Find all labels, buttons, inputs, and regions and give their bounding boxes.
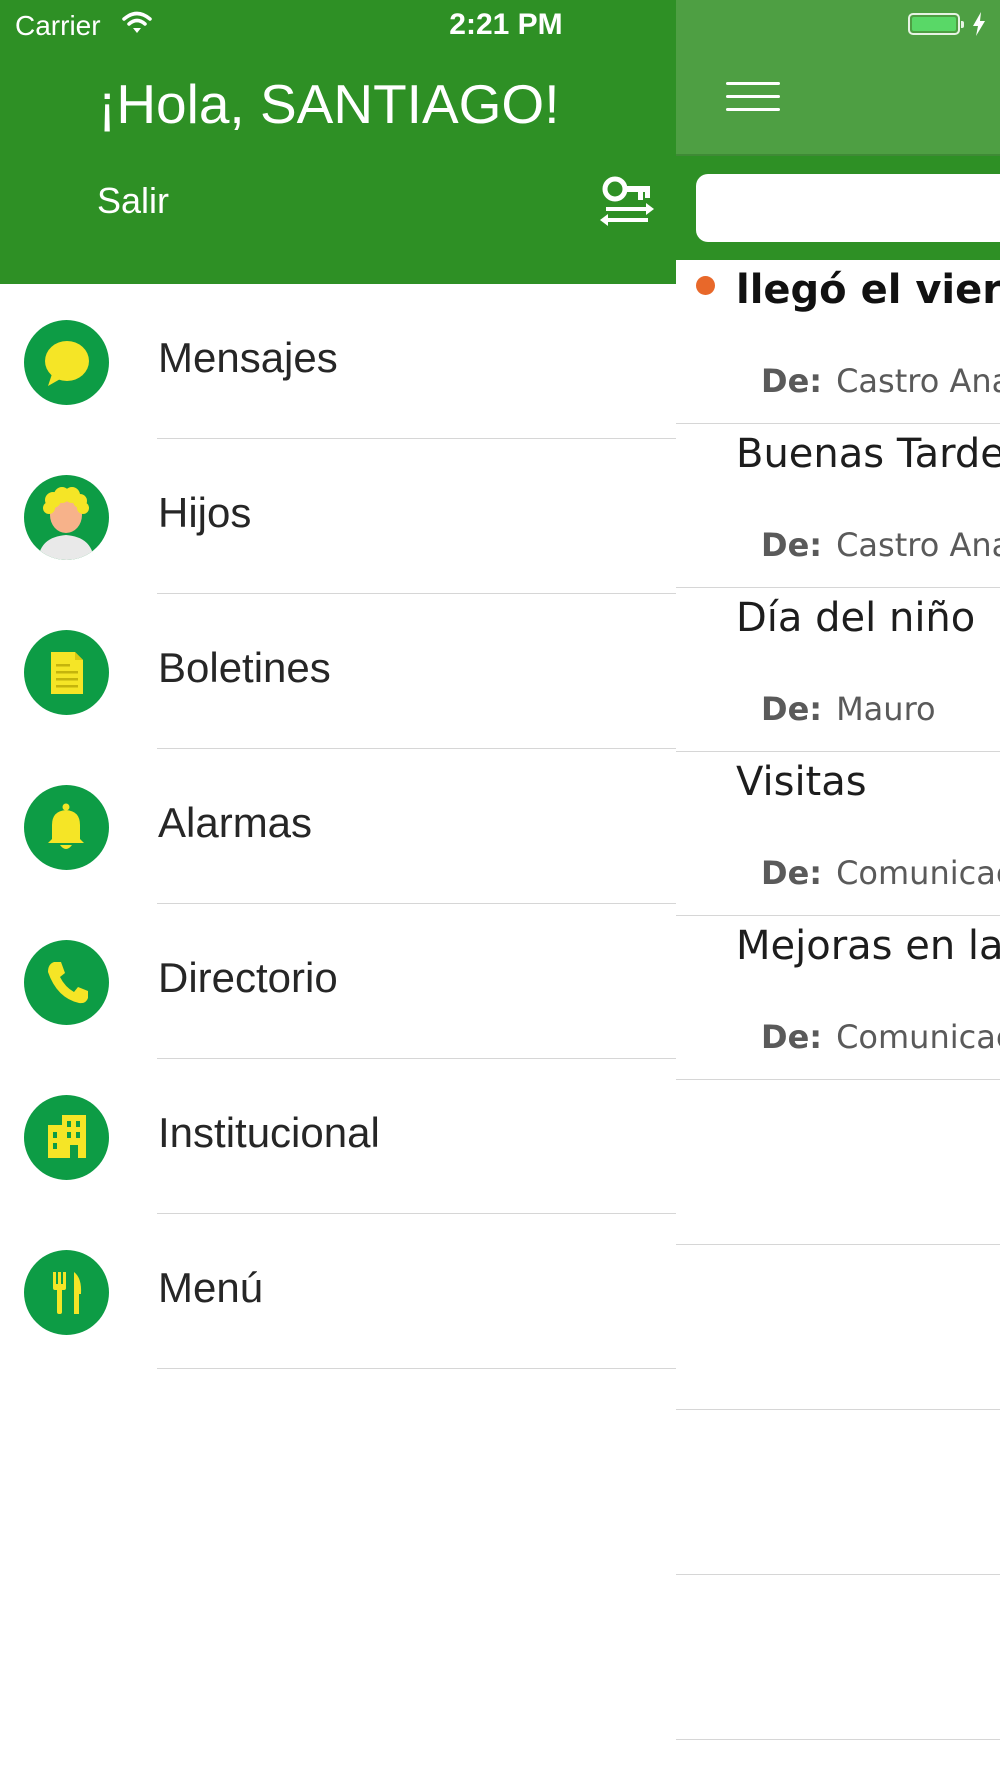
sender-label: De:	[761, 526, 823, 564]
message-row[interactable]: Visitas De: Comunicaci	[676, 752, 1000, 916]
building-icon	[24, 1095, 109, 1180]
message-subject: Visitas	[736, 759, 867, 805]
drawer-item-boletines[interactable]: Boletines	[0, 594, 676, 749]
sender-name: Comunicaci	[836, 854, 1000, 892]
logout-link[interactable]: Salir	[97, 180, 169, 222]
drawer-item-label: Mensajes	[158, 334, 338, 381]
drawer-item-directorio[interactable]: Directorio	[0, 904, 676, 1059]
empty-row	[676, 1080, 1000, 1245]
messages-screen: llegó el viern De: Castro Ana Buenas Tard…	[676, 0, 1000, 1778]
drawer-item-label: Alarmas	[158, 799, 313, 846]
drawer-item-institucional[interactable]: Institucional	[0, 1059, 676, 1214]
message-subject: Mejoras en la	[736, 923, 1000, 969]
message-row[interactable]: llegó el viern De: Castro Ana	[676, 260, 1000, 424]
drawer-item-label: Directorio	[158, 954, 338, 1001]
drawer-item-menu[interactable]: Menú	[0, 1214, 676, 1369]
drawer-item-label: Institucional	[158, 1109, 380, 1156]
sender-label: De:	[761, 1018, 823, 1056]
sender-label: De:	[761, 362, 823, 400]
message-row[interactable]: Día del niño De: Mauro	[676, 588, 1000, 752]
message-sender: De: Comunicaci	[761, 854, 1000, 892]
drawer-item-hijos[interactable]: Hijos	[0, 439, 676, 594]
drawer-item-alarmas[interactable]: Alarmas	[0, 749, 676, 904]
child-avatar-icon	[24, 475, 109, 560]
sender-label: De:	[761, 854, 823, 892]
drawer-item-label: Menú	[158, 1264, 264, 1311]
phone-icon	[24, 940, 109, 1025]
message-subject: Buenas Tardes	[736, 431, 1000, 477]
message-sender: De: Comunicaci	[761, 1018, 1000, 1056]
sender-name: Comunicaci	[836, 1018, 1000, 1056]
hamburger-menu-icon[interactable]	[726, 82, 780, 114]
sender-label: De:	[761, 690, 823, 728]
message-sender: De: Castro Ana	[761, 362, 1000, 400]
key-settings-icon[interactable]	[600, 176, 654, 228]
message-list: llegó el viern De: Castro Ana Buenas Tard…	[676, 260, 1000, 1740]
drawer-item-mensajes[interactable]: Mensajes	[0, 284, 676, 439]
message-row[interactable]: Buenas Tardes De: Castro Ana	[676, 424, 1000, 588]
status-time: 2:21 PM	[449, 8, 563, 41]
sender-name: Castro Ana	[836, 526, 1000, 564]
drawer-item-label: Boletines	[158, 644, 331, 691]
side-drawer: Carrier 2:21 PM ¡Hola, SANTIAGO! Salir M…	[0, 0, 676, 1778]
drawer-header: Carrier 2:21 PM ¡Hola, SANTIAGO! Salir	[0, 0, 676, 284]
unread-dot-icon	[696, 276, 715, 295]
sender-name: Castro Ana	[836, 362, 1000, 400]
message-row[interactable]: Mejoras en la De: Comunicaci	[676, 916, 1000, 1080]
drawer-menu: Mensajes Hijos Boletines Alarmas Directo…	[0, 284, 676, 1369]
chat-bubble-icon	[24, 320, 109, 405]
search-bar	[676, 156, 1000, 260]
document-icon	[24, 630, 109, 715]
message-subject: Día del niño	[736, 595, 976, 641]
search-input[interactable]	[696, 174, 1000, 242]
bell-icon	[24, 785, 109, 870]
empty-row	[676, 1575, 1000, 1740]
divider	[157, 1368, 676, 1369]
message-sender: De: Mauro	[761, 690, 936, 728]
drawer-item-label: Hijos	[158, 489, 252, 536]
greeting-title: ¡Hola, SANTIAGO!	[98, 73, 560, 135]
message-sender: De: Castro Ana	[761, 526, 1000, 564]
empty-row	[676, 1245, 1000, 1410]
message-subject: llegó el viern	[736, 267, 1000, 313]
empty-row	[676, 1410, 1000, 1575]
fork-knife-icon	[24, 1250, 109, 1335]
sender-name: Mauro	[836, 690, 936, 728]
